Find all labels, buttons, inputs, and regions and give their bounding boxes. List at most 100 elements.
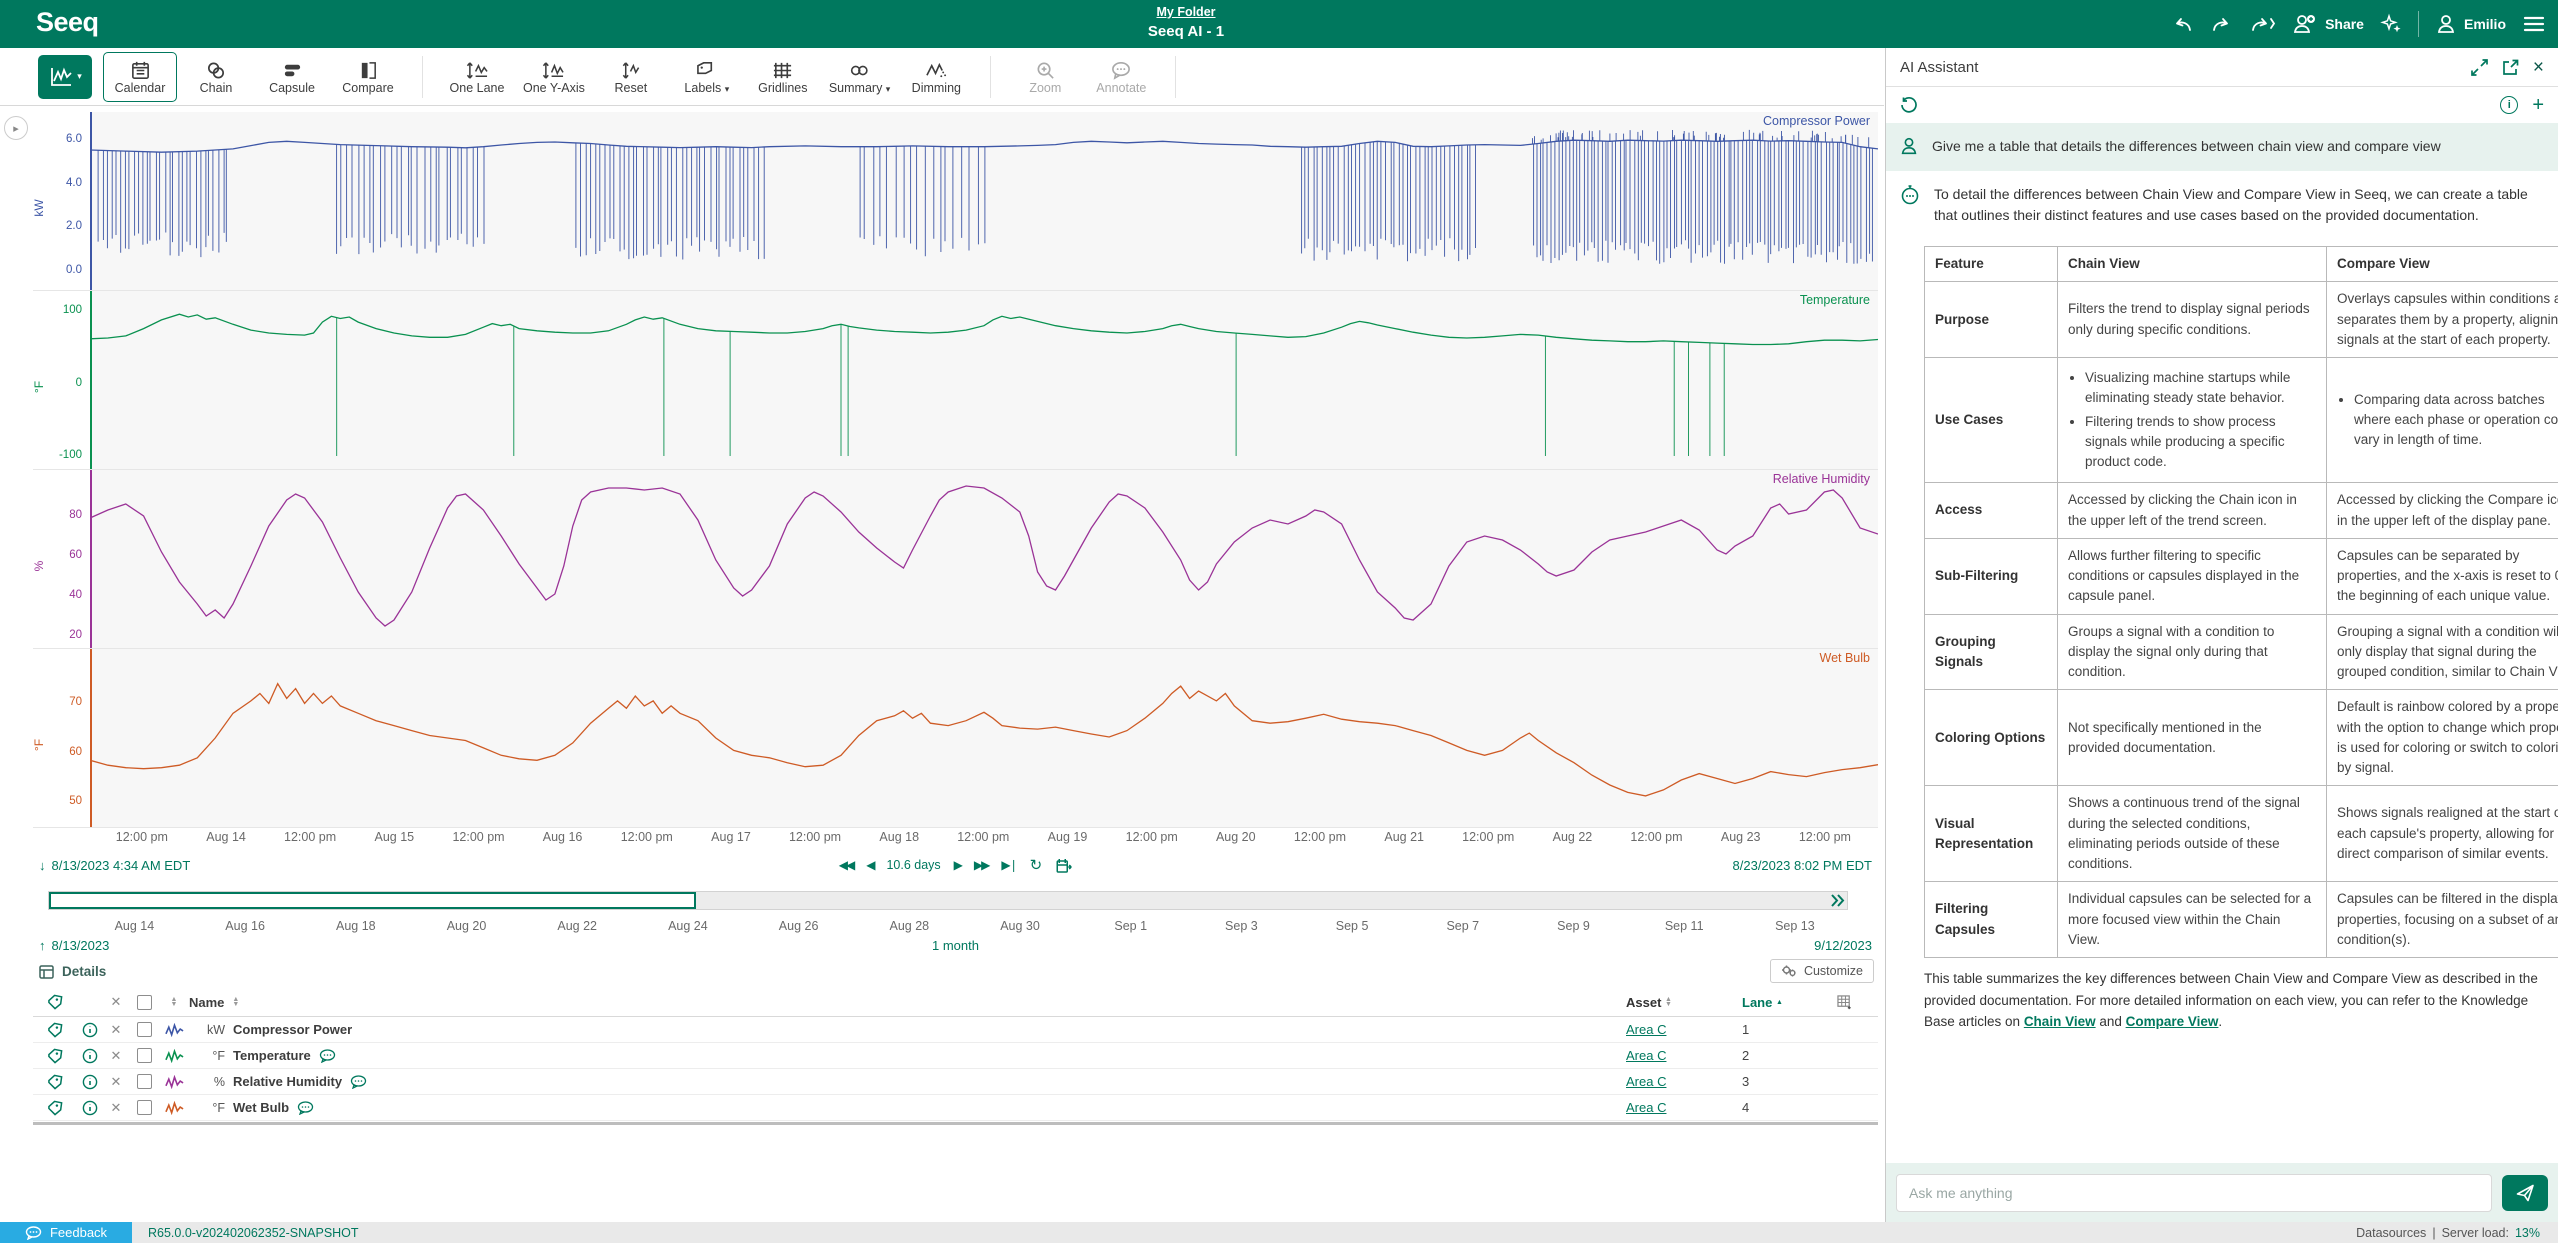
tag-icon[interactable] — [33, 1074, 77, 1090]
expand-panel-icon[interactable] — [2471, 58, 2488, 76]
item-info-icon[interactable] — [77, 1074, 103, 1090]
remove-all-icon[interactable]: ✕ — [103, 994, 129, 1010]
range-start[interactable]: ↓ 8/13/2023 4:34 AM EDT — [39, 858, 190, 873]
name-column-header[interactable]: Name ▲ ▼ — [189, 995, 1626, 1010]
chain-view-link[interactable]: Chain View — [2024, 1014, 2096, 1029]
asset-column-header[interactable]: Asset ▲ ▼ — [1626, 995, 1736, 1010]
investigate-duration[interactable]: 1 month — [932, 938, 979, 953]
investigate-start[interactable]: ↑ 8/13/2023 — [39, 938, 109, 953]
signal-name[interactable]: Wet Bulb — [233, 1100, 289, 1115]
send-button[interactable] — [2502, 1174, 2548, 1211]
server-load-value[interactable]: 13% — [2515, 1226, 2540, 1240]
toolbar-button-calendar[interactable]: Calendar — [103, 51, 177, 102]
sort-icon[interactable]: ▲ ▼ — [232, 996, 239, 1008]
open-in-new-icon[interactable] — [2502, 59, 2519, 76]
undo-icon[interactable] — [2170, 14, 2194, 34]
row-checkbox[interactable] — [136, 1048, 152, 1063]
y-axis-temperature[interactable]: -100 0 100 °F — [32, 291, 90, 469]
sparkle-icon[interactable] — [2380, 13, 2402, 35]
toolbar-button-summary[interactable]: Summary ▾ — [822, 52, 897, 102]
customize-button[interactable]: Customize — [1769, 959, 1874, 983]
remove-item-icon[interactable]: ✕ — [103, 1022, 129, 1038]
tag-icon[interactable] — [33, 994, 77, 1010]
signal-label[interactable]: Compressor Power — [1763, 114, 1870, 128]
remove-item-icon[interactable]: ✕ — [103, 1074, 129, 1090]
scrubber-track[interactable] — [48, 891, 1848, 910]
details-row-compressor-power[interactable]: ✕ kW Compressor Power Area C 1 — [33, 1017, 1878, 1043]
collapse-panel-chevron[interactable]: ▸ — [4, 116, 28, 140]
close-panel-icon[interactable]: × — [2533, 58, 2544, 77]
y-axis-relative-humidity[interactable]: 20 40 60 80% — [32, 470, 90, 648]
new-chat-icon[interactable]: + — [2532, 95, 2544, 115]
ask-anything-input[interactable] — [1896, 1173, 2492, 1212]
jump-to-end-icon[interactable] — [1830, 894, 1846, 907]
y-axis-compressor-power[interactable]: 0.0 2.0 4.0 6.0 kW — [32, 112, 90, 290]
feedback-button[interactable]: Feedback — [0, 1222, 132, 1243]
hamburger-menu-icon[interactable] — [2522, 14, 2546, 34]
range-end[interactable]: 8/23/2023 8:02 PM EDT — [1733, 858, 1872, 873]
sort-icon[interactable]: ▲ ▼ — [171, 996, 178, 1008]
toolbar-button-chain[interactable]: Chain — [179, 52, 253, 102]
step-forward-fast-button[interactable]: ▶▶ — [974, 858, 991, 872]
signal-name[interactable]: Compressor Power — [233, 1022, 352, 1037]
details-row-temperature[interactable]: ✕ °F Temperature Area C 2 — [33, 1043, 1878, 1069]
forward-icon[interactable] — [2250, 14, 2276, 34]
plot-area[interactable]: Compressor Power — [90, 112, 1878, 290]
row-checkbox[interactable] — [136, 1100, 152, 1115]
toolbar-button-reset[interactable]: Reset — [594, 52, 668, 102]
details-row-relative-humidity[interactable]: ✕% Relative Humidity Area C 3 — [33, 1069, 1878, 1095]
add-column-icon[interactable] — [1812, 994, 1878, 1010]
tag-icon[interactable] — [33, 1022, 77, 1038]
range-duration[interactable]: 10.6 days — [886, 858, 940, 872]
asset-link[interactable]: Area C — [1626, 1022, 1666, 1037]
row-checkbox[interactable] — [136, 1022, 152, 1037]
step-back-button[interactable]: ◀ — [866, 858, 875, 872]
datasources-link[interactable]: Datasources — [2356, 1226, 2426, 1240]
item-info-icon[interactable] — [77, 1022, 103, 1038]
select-all-checkbox[interactable] — [136, 994, 152, 1010]
sort-icon[interactable]: ▲ ▼ — [1665, 996, 1672, 1008]
trend-lane-wet-bulb[interactable]: 50 60 70 °F Wet Bulb — [32, 649, 1878, 828]
signal-name[interactable]: Relative Humidity — [233, 1074, 342, 1089]
skip-to-end-button[interactable]: ▶❘ — [1001, 858, 1018, 872]
toolbar-button-one-y-axis[interactable]: One Y-Axis — [516, 52, 592, 102]
signal-label[interactable]: Temperature — [1800, 293, 1870, 307]
share-button[interactable]: Share — [2292, 13, 2364, 35]
history-icon[interactable] — [1900, 96, 1918, 114]
asset-link[interactable]: Area C — [1626, 1074, 1666, 1089]
user-menu[interactable]: Emilio — [2435, 13, 2506, 35]
step-forward-button[interactable]: ▶ — [954, 858, 963, 872]
toolbar-button-labels[interactable]: Labels ▾ — [670, 52, 744, 102]
trend-lane-temperature[interactable]: -100 0 100 °F Temperature — [32, 291, 1878, 470]
step-back-fast-button[interactable]: ◀◀ — [839, 858, 856, 872]
plot-area[interactable]: Relative Humidity — [90, 470, 1878, 648]
toolbar-button-dimming[interactable]: Dimming — [899, 52, 973, 102]
asset-link[interactable]: Area C — [1626, 1100, 1666, 1115]
info-icon[interactable]: i — [2500, 96, 2519, 114]
signal-label[interactable]: Relative Humidity — [1773, 472, 1870, 486]
tag-icon[interactable] — [33, 1048, 77, 1064]
seeq-logo[interactable]: Seeq — [36, 7, 99, 38]
investigate-end[interactable]: 9/12/2023 — [1814, 938, 1872, 953]
remove-item-icon[interactable]: ✕ — [103, 1048, 129, 1064]
toolbar-button-one-lane[interactable]: One Lane — [440, 52, 514, 102]
refresh-icon[interactable]: ↻ — [1030, 856, 1043, 874]
breadcrumb[interactable]: My Folder — [1156, 5, 1215, 19]
view-selector-button[interactable]: ▾ — [38, 54, 92, 99]
plot-area[interactable]: Temperature — [90, 291, 1878, 469]
investigate-scrubber[interactable] — [48, 889, 1848, 911]
toolbar-button-capsule[interactable]: Capsule — [255, 52, 329, 102]
panel-resize-handle[interactable] — [33, 1122, 1878, 1125]
capsule-time-icon[interactable] — [1055, 857, 1072, 874]
item-info-icon[interactable] — [77, 1048, 103, 1064]
signal-name[interactable]: Temperature — [233, 1048, 311, 1063]
trend-chart[interactable]: 0.0 2.0 4.0 6.0 kW Compressor Power -100 0 100 °F… — [32, 112, 1878, 828]
redo-icon[interactable] — [2210, 14, 2234, 34]
row-checkbox[interactable] — [136, 1074, 152, 1089]
y-axis-wet-bulb[interactable]: 50 60 70 °F — [32, 649, 90, 827]
plot-area[interactable]: Wet Bulb — [90, 649, 1878, 827]
signal-label[interactable]: Wet Bulb — [1820, 651, 1871, 665]
scrubber-selection[interactable] — [49, 892, 697, 909]
compare-view-link[interactable]: Compare View — [2126, 1014, 2219, 1029]
tag-icon[interactable] — [33, 1100, 77, 1116]
